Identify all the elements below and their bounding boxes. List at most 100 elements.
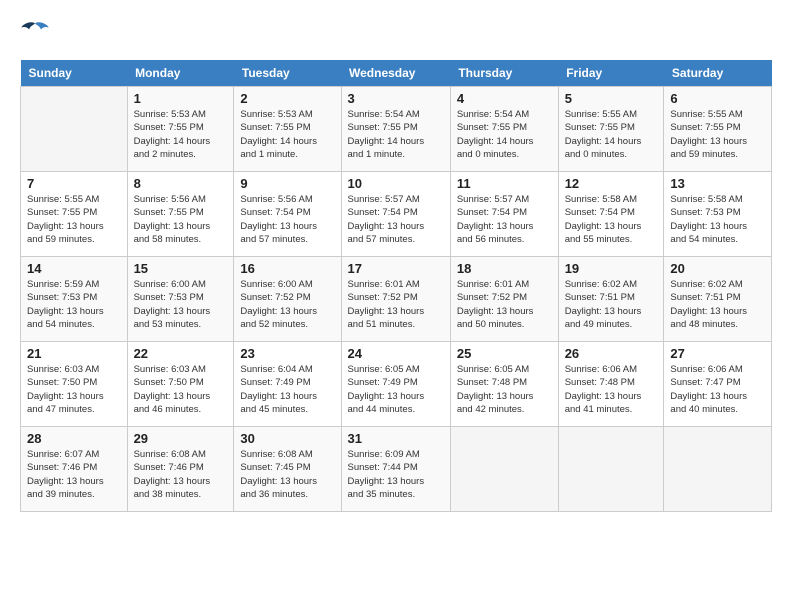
day-number: 23 bbox=[240, 346, 334, 361]
day-number: 11 bbox=[457, 176, 552, 191]
day-info: Sunrise: 5:56 AM Sunset: 7:55 PM Dayligh… bbox=[134, 193, 228, 246]
calendar-cell: 21 Sunrise: 6:03 AM Sunset: 7:50 PM Dayli… bbox=[21, 342, 128, 427]
calendar-cell: 29 Sunrise: 6:08 AM Sunset: 7:46 PM Dayli… bbox=[127, 427, 234, 512]
day-info: Sunrise: 6:08 AM Sunset: 7:45 PM Dayligh… bbox=[240, 448, 334, 501]
day-number: 27 bbox=[670, 346, 765, 361]
calendar-cell: 6Sunrise: 5:55 AM Sunset: 7:55 PM Daylig… bbox=[664, 87, 772, 172]
calendar-cell: 12 Sunrise: 5:58 AM Sunset: 7:54 PM Dayli… bbox=[558, 172, 664, 257]
day-header-monday: Monday bbox=[127, 60, 234, 87]
day-header-thursday: Thursday bbox=[450, 60, 558, 87]
day-info: Sunrise: 5:57 AM Sunset: 7:54 PM Dayligh… bbox=[348, 193, 444, 246]
page-header bbox=[20, 20, 772, 45]
day-number: 13 bbox=[670, 176, 765, 191]
day-info: Sunrise: 5:58 AM Sunset: 7:54 PM Dayligh… bbox=[565, 193, 658, 246]
day-info: Sunrise: 5:53 AM Sunset: 7:55 PM Dayligh… bbox=[240, 108, 334, 161]
day-number: 14 bbox=[27, 261, 121, 276]
day-number: 5 bbox=[565, 91, 658, 106]
day-number: 1 bbox=[134, 91, 228, 106]
day-number: 19 bbox=[565, 261, 658, 276]
calendar-cell: 17 Sunrise: 6:01 AM Sunset: 7:52 PM Dayli… bbox=[341, 257, 450, 342]
day-info: Sunrise: 6:03 AM Sunset: 7:50 PM Dayligh… bbox=[134, 363, 228, 416]
day-number: 22 bbox=[134, 346, 228, 361]
day-header-tuesday: Tuesday bbox=[234, 60, 341, 87]
day-info: Sunrise: 5:55 AM Sunset: 7:55 PM Dayligh… bbox=[670, 108, 765, 161]
day-info: Sunrise: 5:54 AM Sunset: 7:55 PM Dayligh… bbox=[457, 108, 552, 161]
calendar-cell: 20 Sunrise: 6:02 AM Sunset: 7:51 PM Dayli… bbox=[664, 257, 772, 342]
calendar-week-row: 7 Sunrise: 5:55 AM Sunset: 7:55 PM Daylig… bbox=[21, 172, 772, 257]
day-info: Sunrise: 6:08 AM Sunset: 7:46 PM Dayligh… bbox=[134, 448, 228, 501]
calendar-cell: 4 Sunrise: 5:54 AM Sunset: 7:55 PM Daylig… bbox=[450, 87, 558, 172]
calendar-cell: 26Sunrise: 6:06 AM Sunset: 7:48 PM Dayli… bbox=[558, 342, 664, 427]
day-info: Sunrise: 5:59 AM Sunset: 7:53 PM Dayligh… bbox=[27, 278, 121, 331]
day-number: 20 bbox=[670, 261, 765, 276]
day-info: Sunrise: 5:58 AM Sunset: 7:53 PM Dayligh… bbox=[670, 193, 765, 246]
day-info: Sunrise: 6:07 AM Sunset: 7:46 PM Dayligh… bbox=[27, 448, 121, 501]
day-number: 7 bbox=[27, 176, 121, 191]
day-header-friday: Friday bbox=[558, 60, 664, 87]
day-info: Sunrise: 5:55 AM Sunset: 7:55 PM Dayligh… bbox=[565, 108, 658, 161]
day-info: Sunrise: 6:01 AM Sunset: 7:52 PM Dayligh… bbox=[457, 278, 552, 331]
calendar-cell: 27Sunrise: 6:06 AM Sunset: 7:47 PM Dayli… bbox=[664, 342, 772, 427]
logo bbox=[20, 20, 54, 45]
calendar-cell: 10Sunrise: 5:57 AM Sunset: 7:54 PM Dayli… bbox=[341, 172, 450, 257]
day-number: 4 bbox=[457, 91, 552, 106]
calendar-cell: 31Sunrise: 6:09 AM Sunset: 7:44 PM Dayli… bbox=[341, 427, 450, 512]
day-info: Sunrise: 5:54 AM Sunset: 7:55 PM Dayligh… bbox=[348, 108, 444, 161]
day-number: 16 bbox=[240, 261, 334, 276]
calendar-cell: 30 Sunrise: 6:08 AM Sunset: 7:45 PM Dayli… bbox=[234, 427, 341, 512]
calendar-cell: 5 Sunrise: 5:55 AM Sunset: 7:55 PM Daylig… bbox=[558, 87, 664, 172]
calendar-cell: 7 Sunrise: 5:55 AM Sunset: 7:55 PM Daylig… bbox=[21, 172, 128, 257]
calendar-cell bbox=[558, 427, 664, 512]
day-info: Sunrise: 6:00 AM Sunset: 7:52 PM Dayligh… bbox=[240, 278, 334, 331]
calendar-cell: 13 Sunrise: 5:58 AM Sunset: 7:53 PM Dayli… bbox=[664, 172, 772, 257]
calendar-cell: 24Sunrise: 6:05 AM Sunset: 7:49 PM Dayli… bbox=[341, 342, 450, 427]
calendar-cell: 22 Sunrise: 6:03 AM Sunset: 7:50 PM Dayli… bbox=[127, 342, 234, 427]
day-number: 12 bbox=[565, 176, 658, 191]
calendar-cell bbox=[450, 427, 558, 512]
day-info: Sunrise: 5:53 AM Sunset: 7:55 PM Dayligh… bbox=[134, 108, 228, 161]
calendar-week-row: 21 Sunrise: 6:03 AM Sunset: 7:50 PM Dayli… bbox=[21, 342, 772, 427]
day-number: 9 bbox=[240, 176, 334, 191]
day-header-saturday: Saturday bbox=[664, 60, 772, 87]
day-header-sunday: Sunday bbox=[21, 60, 128, 87]
calendar-cell: 14 Sunrise: 5:59 AM Sunset: 7:53 PM Dayli… bbox=[21, 257, 128, 342]
day-info: Sunrise: 6:02 AM Sunset: 7:51 PM Dayligh… bbox=[670, 278, 765, 331]
calendar-cell: 3Sunrise: 5:54 AM Sunset: 7:55 PM Daylig… bbox=[341, 87, 450, 172]
calendar-cell: 16 Sunrise: 6:00 AM Sunset: 7:52 PM Dayli… bbox=[234, 257, 341, 342]
day-number: 21 bbox=[27, 346, 121, 361]
day-number: 29 bbox=[134, 431, 228, 446]
day-number: 28 bbox=[27, 431, 121, 446]
logo-bird-icon bbox=[20, 20, 50, 45]
calendar-cell: 1 Sunrise: 5:53 AM Sunset: 7:55 PM Daylig… bbox=[127, 87, 234, 172]
calendar-cell: 19 Sunrise: 6:02 AM Sunset: 7:51 PM Dayli… bbox=[558, 257, 664, 342]
calendar-cell: 28 Sunrise: 6:07 AM Sunset: 7:46 PM Dayli… bbox=[21, 427, 128, 512]
calendar-table: SundayMondayTuesdayWednesdayThursdayFrid… bbox=[20, 60, 772, 512]
day-number: 25 bbox=[457, 346, 552, 361]
calendar-cell: 23Sunrise: 6:04 AM Sunset: 7:49 PM Dayli… bbox=[234, 342, 341, 427]
day-info: Sunrise: 6:02 AM Sunset: 7:51 PM Dayligh… bbox=[565, 278, 658, 331]
day-number: 17 bbox=[348, 261, 444, 276]
day-number: 31 bbox=[348, 431, 444, 446]
day-number: 8 bbox=[134, 176, 228, 191]
day-number: 24 bbox=[348, 346, 444, 361]
calendar-week-row: 28 Sunrise: 6:07 AM Sunset: 7:46 PM Dayli… bbox=[21, 427, 772, 512]
calendar-cell: 15Sunrise: 6:00 AM Sunset: 7:53 PM Dayli… bbox=[127, 257, 234, 342]
day-number: 15 bbox=[134, 261, 228, 276]
calendar-cell: 8 Sunrise: 5:56 AM Sunset: 7:55 PM Daylig… bbox=[127, 172, 234, 257]
day-header-wednesday: Wednesday bbox=[341, 60, 450, 87]
calendar-cell: 25 Sunrise: 6:05 AM Sunset: 7:48 PM Dayli… bbox=[450, 342, 558, 427]
calendar-header-row: SundayMondayTuesdayWednesdayThursdayFrid… bbox=[21, 60, 772, 87]
day-info: Sunrise: 6:05 AM Sunset: 7:48 PM Dayligh… bbox=[457, 363, 552, 416]
day-info: Sunrise: 6:03 AM Sunset: 7:50 PM Dayligh… bbox=[27, 363, 121, 416]
calendar-cell: 9 Sunrise: 5:56 AM Sunset: 7:54 PM Daylig… bbox=[234, 172, 341, 257]
calendar-cell: 2 Sunrise: 5:53 AM Sunset: 7:55 PM Daylig… bbox=[234, 87, 341, 172]
calendar-cell bbox=[664, 427, 772, 512]
day-info: Sunrise: 5:55 AM Sunset: 7:55 PM Dayligh… bbox=[27, 193, 121, 246]
day-number: 2 bbox=[240, 91, 334, 106]
day-number: 30 bbox=[240, 431, 334, 446]
calendar-week-row: 1 Sunrise: 5:53 AM Sunset: 7:55 PM Daylig… bbox=[21, 87, 772, 172]
day-info: Sunrise: 5:56 AM Sunset: 7:54 PM Dayligh… bbox=[240, 193, 334, 246]
calendar-cell: 11Sunrise: 5:57 AM Sunset: 7:54 PM Dayli… bbox=[450, 172, 558, 257]
day-number: 18 bbox=[457, 261, 552, 276]
day-info: Sunrise: 6:01 AM Sunset: 7:52 PM Dayligh… bbox=[348, 278, 444, 331]
